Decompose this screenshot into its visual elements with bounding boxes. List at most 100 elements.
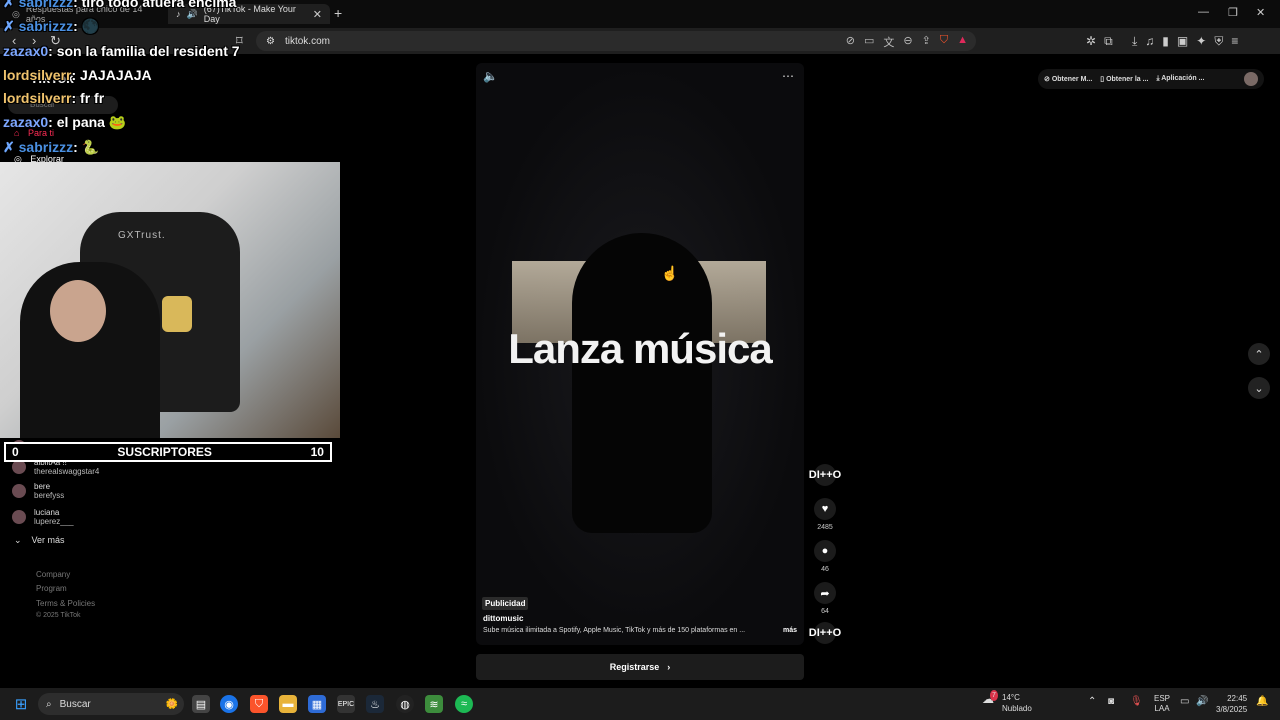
share-arrow-icon: ➦: [814, 582, 836, 604]
like-count: 2485: [817, 524, 833, 531]
get-coins-button[interactable]: ⊘ Obtener M...: [1044, 75, 1092, 83]
avatar: [12, 484, 26, 498]
clock[interactable]: 22:45 3/8/2025: [1216, 693, 1247, 715]
chat-username: zazax0: [3, 43, 49, 59]
weather-widget[interactable]: ☁ 7 14°C Nublado: [982, 690, 1032, 714]
obs-icon[interactable]: ◍: [396, 695, 414, 713]
chat-message: lordsilverr: fr fr: [3, 90, 104, 106]
chat-username: sabrizzz: [18, 139, 74, 155]
screenshot-icon[interactable]: ⧉: [1104, 34, 1113, 49]
sound-logo: DI++O: [809, 622, 841, 644]
pc-app-button[interactable]: ⤓ Aplicación ...: [1156, 75, 1204, 83]
new-tab-button[interactable]: +: [334, 5, 342, 21]
weather-temp: 14°C: [1002, 693, 1020, 702]
mic-muted-icon[interactable]: 🎙: [1130, 696, 1143, 707]
flowers-icon: 🌼: [165, 698, 178, 710]
sidebar-icon[interactable]: ▮: [1162, 34, 1169, 49]
heart-icon: ♥: [814, 498, 836, 520]
webcam-overlay: GXTrust.: [0, 162, 340, 438]
chat-text: : fr fr: [71, 90, 105, 106]
previous-video-button[interactable]: ⌃: [1248, 343, 1270, 365]
address-bar[interactable]: ⚙ tiktok.com ⊘ ▭ 文 ⊖ ⇪ ⛉ ▲: [256, 31, 976, 51]
chrome-icon[interactable]: ◉: [220, 695, 238, 713]
windows-start-icon[interactable]: ⊞: [12, 695, 30, 713]
media-icon[interactable]: ♫: [1145, 34, 1154, 49]
pill-label: Obtener la ...: [1106, 76, 1149, 83]
minimize-icon[interactable]: —: [1198, 6, 1209, 18]
pill-label: Aplicación ...: [1161, 75, 1205, 82]
chat-text: : el pana: [48, 114, 105, 130]
next-video-button[interactable]: ⌄: [1248, 377, 1270, 399]
close-tab-icon[interactable]: ✕: [313, 8, 322, 21]
close-window-icon[interactable]: ✕: [1256, 6, 1265, 19]
site-info-icon[interactable]: ⚙: [266, 36, 275, 47]
following-account[interactable]: bere berefyss: [12, 482, 64, 500]
volume-icon[interactable]: 🔈: [483, 69, 498, 83]
video-description: Sube música ilimitada a Spotify, Apple M…: [483, 627, 797, 634]
get-app-button[interactable]: ▯ Obtener la ...: [1100, 75, 1148, 83]
vpn-icon[interactable]: ⛨: [1214, 34, 1223, 49]
zoom-icon[interactable]: ⊖: [903, 34, 912, 50]
brand-avatar[interactable]: DI++O: [809, 464, 841, 486]
clock-date: 3/8/2025: [1216, 705, 1248, 714]
language-indicator[interactable]: ESP LAA: [1154, 694, 1170, 714]
pill-label: Obtener M...: [1051, 76, 1093, 83]
taskbar-search[interactable]: ⌕ Buscar 🌼: [38, 693, 184, 715]
sword-icon: ✗: [3, 139, 15, 155]
subs-goal: 10: [310, 445, 324, 459]
translate-icon[interactable]: 文: [883, 34, 894, 50]
layers-app-icon[interactable]: ≋: [425, 695, 443, 713]
brave-shield-icon[interactable]: ⛉: [940, 34, 948, 50]
brave-rewards-icon[interactable]: ▲: [957, 34, 968, 50]
register-button[interactable]: Registrarse ›: [476, 654, 804, 680]
footer-company[interactable]: Company: [36, 570, 70, 579]
more-link[interactable]: más: [783, 627, 797, 634]
footer-terms[interactable]: Terms & Policies: [36, 599, 95, 608]
like-button[interactable]: ♥ 2485: [814, 498, 836, 531]
wallet-icon[interactable]: ▣: [1177, 34, 1188, 49]
volume-tray-icon[interactable]: 🔊: [1196, 696, 1208, 707]
more-options-icon[interactable]: ⋯: [782, 69, 794, 83]
account-username: luperez___: [34, 517, 74, 526]
frog-emote-icon: 🐸: [108, 114, 127, 130]
share-icon[interactable]: ⇪: [922, 34, 931, 50]
lang-primary: ESP: [1154, 694, 1171, 703]
comment-count: 46: [821, 566, 829, 573]
sponsored-badge: Publicidad: [482, 597, 529, 610]
steam-icon[interactable]: ♨: [366, 695, 384, 713]
task-view-icon[interactable]: ▤: [192, 695, 210, 713]
tray-chevron-icon[interactable]: ⌃: [1088, 696, 1096, 707]
leo-ai-icon[interactable]: ✦: [1196, 34, 1206, 49]
folder-icon[interactable]: ▬: [279, 695, 297, 713]
profile-avatar[interactable]: [1244, 72, 1258, 86]
video-headline: Lanza música: [508, 325, 772, 372]
sword-icon: ✗: [3, 0, 15, 10]
extensions-icon[interactable]: ✲: [1086, 34, 1096, 49]
sound-disc[interactable]: DI++O: [809, 622, 841, 644]
downloads-icon[interactable]: ⤓: [1132, 34, 1137, 49]
maximize-icon[interactable]: ❐: [1228, 6, 1238, 19]
network-icon[interactable]: ▭: [1180, 696, 1189, 707]
epic-games-icon[interactable]: EPIC: [337, 695, 355, 713]
chat-message: zazax0: son la familia del resident 7: [3, 43, 240, 59]
footer-program[interactable]: Program: [36, 584, 67, 593]
video-player[interactable]: Lanza música 🔈 ⋯ ☝ Publicidad dittomusic…: [476, 63, 804, 645]
chat-text: : son la familia del resident 7: [48, 43, 240, 59]
discord-icon[interactable]: ◙: [1108, 696, 1114, 707]
following-account[interactable]: luciana luperez___: [12, 508, 74, 526]
weather-desc: Nublado: [1002, 704, 1032, 713]
share-button[interactable]: ➦ 64: [814, 582, 836, 615]
menu-icon[interactable]: ≡: [1231, 34, 1238, 49]
notifications-icon[interactable]: 🔔: [1256, 696, 1268, 707]
cast-icon[interactable]: ▭: [864, 34, 874, 50]
emote-icon: 🌑: [81, 18, 100, 34]
block-icon[interactable]: ⊘: [846, 34, 855, 50]
comment-button[interactable]: ● 46: [814, 540, 836, 573]
windows-taskbar: ⊞ ⌕ Buscar 🌼 ▤ ◉ ⛉ ▬ ▦ EPIC ♨ ◍ ≋ ≈ ☁ 7 …: [0, 688, 1280, 720]
microphone-icon: [162, 296, 192, 332]
spotify-icon[interactable]: ≈: [455, 695, 473, 713]
video-author[interactable]: dittomusic: [483, 614, 523, 623]
see-more-button[interactable]: ⌄ Ver más: [14, 535, 65, 546]
store-icon[interactable]: ▦: [308, 695, 326, 713]
brave-icon[interactable]: ⛉: [250, 695, 268, 713]
